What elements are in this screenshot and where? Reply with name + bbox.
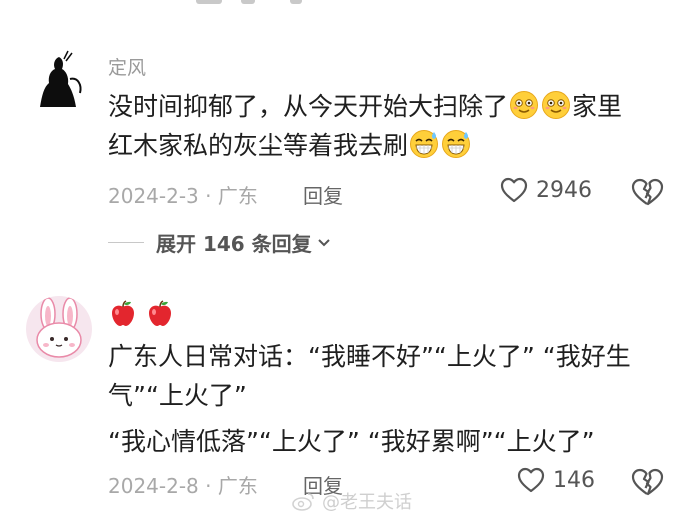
expand-replies-label: 展开 146 条回复: [156, 232, 312, 256]
previous-comment-remnant: [0, 0, 690, 8]
comment-text: “我心情低落”“上火了” “我好累啊”“上火了”: [108, 422, 668, 461]
comment-text-line: 家里: [572, 92, 623, 121]
like-button[interactable]: 146: [517, 467, 595, 493]
expand-replies-button[interactable]: 展开 146 条回复: [108, 228, 331, 257]
smiling-face-icon: [510, 91, 539, 119]
weibo-logo-icon: [292, 493, 314, 511]
like-count: 146: [553, 467, 595, 493]
like-count: 2946: [536, 177, 592, 203]
heart-icon: [500, 177, 528, 203]
comment-text-line: 气”“上火了”: [108, 381, 247, 410]
divider-line: [108, 242, 144, 243]
comment-text-line: 广东人日常对话：“我睡不好”“上火了” “我好生: [108, 342, 631, 371]
username[interactable]: 定风: [108, 53, 146, 80]
comment-text: 广东人日常对话：“我睡不好”“上火了” “我好生 气”“上火了”: [108, 337, 668, 415]
username-emoji[interactable]: [108, 298, 175, 335]
apple-icon: [112, 300, 134, 326]
heart-icon: [517, 467, 545, 493]
avatar[interactable]: [26, 296, 92, 362]
comment-text-line: 没时间抑郁了，从今天开始大扫除了: [108, 92, 509, 121]
broken-heart-icon[interactable]: [630, 467, 664, 497]
avatar[interactable]: [26, 49, 92, 115]
smiling-face-icon: [542, 91, 571, 119]
comment-date-location: 2024-2-8 · 广东: [108, 474, 258, 498]
reply-button[interactable]: 回复: [303, 180, 343, 209]
comment-text: 没时间抑郁了，从今天开始大扫除了 家里 红木家私的灰尘等着我去刷: [108, 87, 668, 165]
comment-text-line: “我心情低落”“上火了” “我好累啊”“上火了”: [108, 427, 595, 456]
broken-heart-icon[interactable]: [630, 177, 664, 207]
grinning-sweat-icon: [442, 130, 471, 158]
watermark-text: @老王夫话: [322, 492, 412, 513]
grinning-sweat-icon: [410, 130, 439, 158]
watermark: @老王夫话: [292, 488, 412, 514]
chevron-down-icon: [317, 238, 330, 246]
like-button[interactable]: 2946: [500, 177, 592, 203]
apple-icon: [149, 300, 171, 326]
comment-date-location: 2024-2-3 · 广东: [108, 184, 258, 208]
comment-text-line: 红木家私的灰尘等着我去刷: [108, 131, 409, 160]
